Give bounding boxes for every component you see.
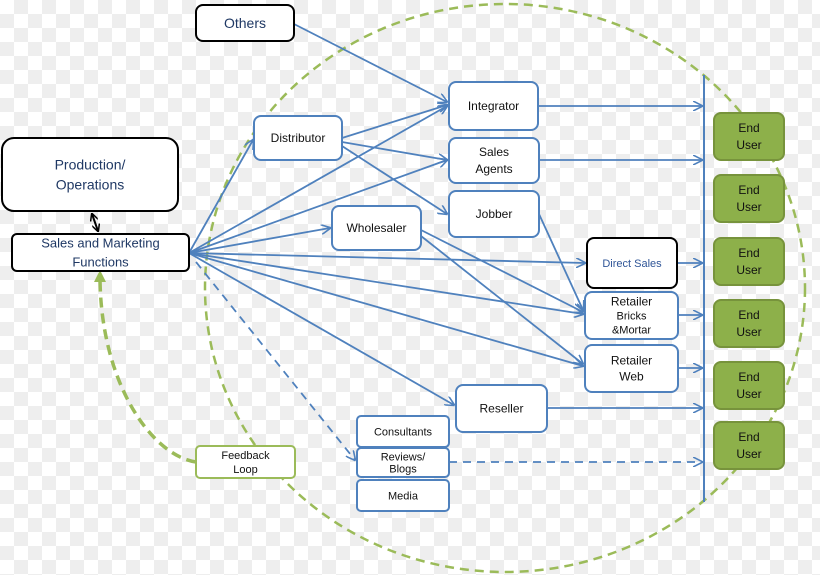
consultants-node: Consultants bbox=[356, 415, 450, 448]
feedback-loop-node-label: Feedback bbox=[221, 450, 270, 462]
end-user-node-label: End bbox=[738, 430, 759, 444]
integrator-node-label: Integrator bbox=[468, 99, 519, 113]
jobber-node: Jobber bbox=[448, 190, 540, 238]
retailer-bricks-mortar-node-label: &Mortar bbox=[612, 324, 651, 336]
wholesaler-node-label: Wholesaler bbox=[346, 221, 406, 235]
media-node-label: Media bbox=[388, 490, 419, 502]
distribution-channel-diagram: Others Production/Operations Sales and Mar… bbox=[1, 2, 807, 574]
retailer-web-node: Retailer Web bbox=[584, 344, 679, 393]
reviews-blogs-node: Reviews/Blogs bbox=[356, 447, 450, 478]
arrow-others-integrator bbox=[293, 23, 447, 102]
others-node-label: Others bbox=[224, 15, 266, 31]
integrator-node: Integrator bbox=[448, 81, 539, 131]
end-user-node-label: User bbox=[736, 200, 761, 214]
end-user-node: End User bbox=[713, 112, 785, 161]
end-user-node-label: User bbox=[736, 138, 761, 152]
media-node: Media bbox=[356, 479, 450, 512]
wholesaler-node: Wholesaler bbox=[331, 205, 422, 251]
arrow-distributor-integrator bbox=[341, 105, 447, 139]
reseller-node: Reseller bbox=[455, 384, 548, 433]
end-user-node-label: End bbox=[738, 246, 759, 260]
production-operations-node: Production/Operations bbox=[1, 137, 179, 212]
reviews-blogs-node-label: Blogs bbox=[389, 463, 417, 475]
end-user-node: End User bbox=[713, 361, 785, 410]
distributor-node-label: Distributor bbox=[271, 131, 326, 145]
feedback-loop-node: Feedback Loop bbox=[195, 445, 296, 479]
end-user-node-label: User bbox=[736, 325, 761, 339]
retailer-bricks-mortar-node-label: Bricks bbox=[617, 310, 647, 322]
sales-marketing-node: Sales and Marketing Functions bbox=[11, 233, 190, 272]
end-user-node: End User bbox=[713, 174, 785, 223]
reviews-blogs-node-label: Reviews/ bbox=[381, 451, 427, 463]
end-user-node-label: User bbox=[736, 263, 761, 277]
retailer-web-node-label: Web bbox=[619, 370, 644, 384]
arrow-sales-distributor bbox=[188, 140, 253, 254]
arrow-distributor-jobber bbox=[341, 145, 447, 214]
end-user-node: End User bbox=[713, 299, 785, 348]
end-user-node: End User bbox=[713, 237, 785, 286]
sales-agents-node-label: Sales bbox=[479, 145, 509, 159]
sales-agents-node: Sales Agents bbox=[448, 137, 540, 184]
retailer-bricks-mortar-node-label: Retailer bbox=[611, 294, 652, 308]
sales-marketing-node-label: Functions bbox=[72, 255, 129, 270]
sales-marketing-node-label: Sales and Marketing bbox=[41, 236, 160, 251]
reseller-node-label: Reseller bbox=[479, 402, 523, 416]
retailer-bricks-mortar-node: Retailer Bricks&Mortar bbox=[584, 291, 679, 340]
end-user-node-label: End bbox=[738, 370, 759, 384]
end-user-node-label: End bbox=[738, 308, 759, 322]
feedback-arrow bbox=[94, 270, 197, 464]
direct-sales-node: Direct Sales bbox=[586, 237, 678, 289]
jobber-node-label: Jobber bbox=[476, 207, 513, 221]
arrow-sales-reseller bbox=[188, 252, 454, 405]
feedback-loop-node-label: Loop bbox=[233, 464, 257, 476]
arrow-sales-reviews bbox=[195, 261, 355, 460]
production-operations-node-label: Operations bbox=[56, 176, 124, 192]
retailer-web-node-label: Retailer bbox=[611, 354, 652, 368]
production-operations-node-label: Production/ bbox=[55, 156, 126, 172]
end-user-node-label: End bbox=[738, 121, 759, 135]
end-user-node-label: End bbox=[738, 183, 759, 197]
others-node: Others bbox=[195, 4, 295, 42]
distributor-node: Distributor bbox=[253, 115, 343, 161]
sales-agents-node-label: Agents bbox=[475, 162, 512, 176]
end-user-node: End User bbox=[713, 421, 785, 470]
end-user-node-label: User bbox=[736, 387, 761, 401]
arrow-sales-retailer-web bbox=[188, 252, 583, 366]
consultants-node-label: Consultants bbox=[374, 426, 433, 438]
production-sales-arrow bbox=[92, 214, 98, 231]
end-user-node-label: User bbox=[736, 447, 761, 461]
direct-sales-node-label: Direct Sales bbox=[602, 258, 662, 270]
